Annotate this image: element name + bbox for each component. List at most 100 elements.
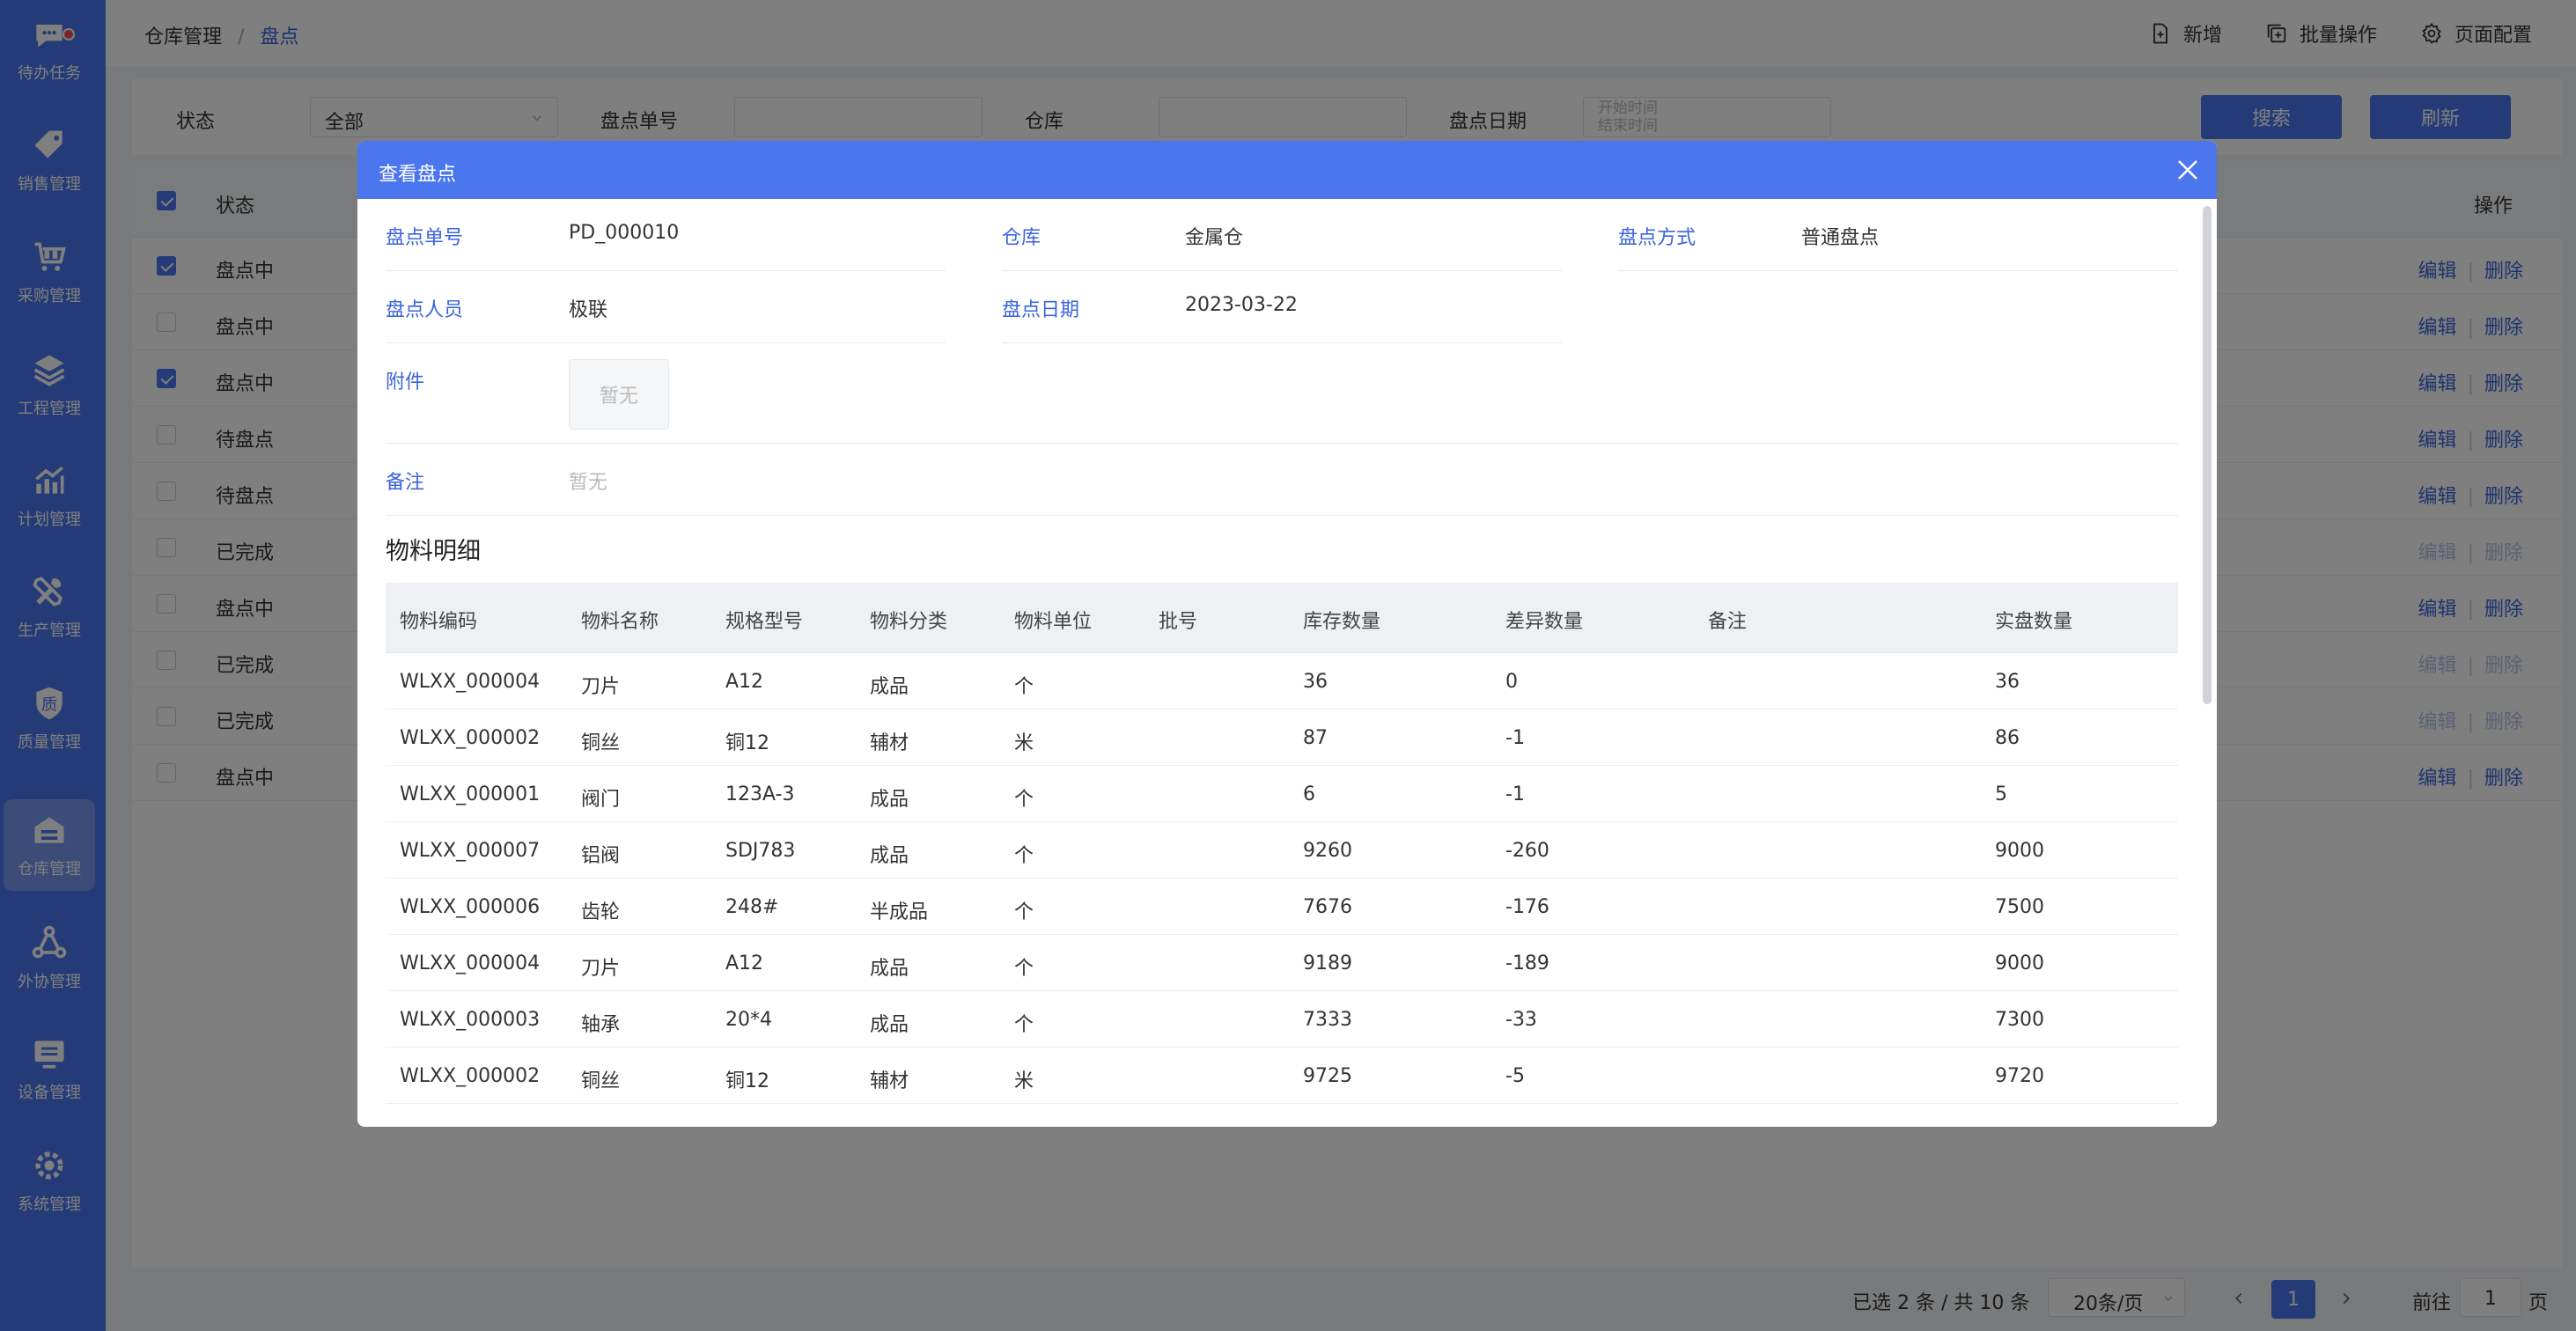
- cell-unit: 个: [1014, 789, 1034, 811]
- material-section-title: 物料明细: [386, 538, 481, 565]
- method-label: 盘点方式: [1618, 227, 1696, 249]
- cell-spec: 123A-3: [725, 783, 795, 805]
- cell-code: WLXX_000002: [400, 727, 541, 749]
- cell-diff-qty: -260: [1505, 840, 1549, 862]
- warehouse-label: 仓库: [1002, 227, 1041, 249]
- remark-value: 暂无: [569, 472, 608, 494]
- material-row: WLXX_000001 阀门 123A-3 成品 个 6 -1 5: [386, 766, 2178, 822]
- date-value: 2023-03-22: [1185, 294, 1298, 316]
- cell-diff-qty: -1: [1505, 783, 1525, 805]
- cell-diff-qty: -33: [1505, 1009, 1537, 1031]
- cell-spec: 20*4: [725, 1009, 772, 1031]
- cell-actual-qty: 9000: [1995, 952, 2044, 974]
- material-table-header: 物料编码 物料名称 规格型号 物料分类 物料单位 批号 库存数量 差异数量 备注 实盘数量: [386, 583, 2178, 653]
- modal-header: 查看盘点: [357, 141, 2217, 199]
- cell-spec: 铜12: [725, 1070, 769, 1092]
- cell-name: 刀片: [581, 676, 621, 698]
- person-label: 盘点人员: [386, 299, 464, 321]
- column-header-diff-qty: 差异数量: [1505, 611, 1584, 633]
- cell-stock-qty: 7333: [1303, 1009, 1352, 1031]
- cell-stock-qty: 87: [1303, 727, 1328, 749]
- cell-name: 铜丝: [581, 1070, 621, 1092]
- view-stocktake-modal: 查看盘点 盘点单号 PD_000010 仓库 金属仓 盘点方式 普通盘点 盘点人…: [357, 141, 2217, 1127]
- field-order-no: 盘点单号 PD_000010: [386, 199, 946, 271]
- cell-code: WLXX_000001: [400, 783, 541, 805]
- column-header-stock-qty: 库存数量: [1303, 611, 1381, 633]
- field-date: 盘点日期 2023-03-22: [1002, 271, 1562, 343]
- material-row: WLXX_000002 铜丝 铜12 辅材 米 9725 -5 9720: [386, 1048, 2178, 1104]
- cell-actual-qty: 7500: [1995, 896, 2044, 918]
- cell-code: WLXX_000003: [400, 1009, 541, 1031]
- cell-unit: 个: [1014, 1014, 1034, 1036]
- attachment-label: 附件: [386, 371, 425, 393]
- cell-spec: SDJ783: [725, 840, 796, 862]
- cell-stock-qty: 9260: [1303, 840, 1352, 862]
- warehouse-value: 金属仓: [1185, 227, 1244, 249]
- cell-spec: A12: [725, 952, 764, 974]
- cell-stock-qty: 9189: [1303, 952, 1352, 974]
- cell-actual-qty: 7300: [1995, 1009, 2044, 1031]
- cell-stock-qty: 7676: [1303, 896, 1352, 918]
- material-row: WLXX_000007 铝阀 SDJ783 成品 个 9260 -260 9000: [386, 822, 2178, 879]
- cell-diff-qty: -5: [1505, 1065, 1525, 1087]
- scrollbar-thumb[interactable]: [2203, 206, 2212, 704]
- column-header-spec: 规格型号: [725, 611, 804, 633]
- material-row: WLXX_000006 齿轮 248# 半成品 个 7676 -176 7500: [386, 879, 2178, 935]
- cell-unit: 个: [1014, 958, 1034, 980]
- material-row: WLXX_000002 铜丝 铜12 辅材 米 87 -1 86: [386, 710, 2178, 766]
- column-header-remark: 备注: [1708, 611, 1748, 633]
- method-value: 普通盘点: [1801, 227, 1880, 249]
- field-attachment: 附件 暂无: [386, 343, 2178, 444]
- date-label: 盘点日期: [1002, 299, 1080, 321]
- cell-unit: 个: [1014, 676, 1034, 698]
- cell-code: WLXX_000002: [400, 1065, 541, 1087]
- cell-unit: 米: [1014, 732, 1034, 754]
- cell-diff-qty: -176: [1505, 896, 1549, 918]
- cell-name: 铝阀: [581, 845, 621, 867]
- field-warehouse: 仓库 金属仓: [1002, 199, 1562, 271]
- cell-category: 成品: [870, 845, 909, 867]
- material-row: WLXX_000004 刀片 A12 成品 个 9189 -189 9000: [386, 935, 2178, 991]
- cell-name: 铜丝: [581, 732, 621, 754]
- cell-spec: A12: [725, 671, 764, 693]
- cell-actual-qty: 86: [1995, 727, 2020, 749]
- remark-label: 备注: [386, 472, 425, 494]
- cell-name: 阀门: [581, 789, 621, 811]
- column-header-batch: 批号: [1159, 611, 1198, 633]
- cell-diff-qty: -189: [1505, 952, 1549, 974]
- cell-name: 齿轮: [581, 901, 621, 923]
- close-icon[interactable]: [2175, 157, 2201, 183]
- cell-category: 成品: [870, 958, 909, 980]
- cell-category: 成品: [870, 789, 909, 811]
- cell-actual-qty: 5: [1995, 783, 2007, 805]
- cell-unit: 个: [1014, 901, 1034, 923]
- cell-actual-qty: 9000: [1995, 840, 2044, 862]
- cell-category: 辅材: [870, 1070, 909, 1092]
- cell-code: WLXX_000007: [400, 840, 541, 862]
- attachment-box: 暂无: [569, 359, 669, 430]
- field-method: 盘点方式 普通盘点: [1618, 199, 2178, 271]
- column-header-code: 物料编码: [400, 611, 478, 633]
- field-remark: 备注 暂无: [386, 444, 2178, 516]
- cell-code: WLXX_000004: [400, 671, 541, 693]
- field-person: 盘点人员 极联: [386, 271, 946, 343]
- person-value: 极联: [569, 299, 608, 321]
- modal-body: 盘点单号 PD_000010 仓库 金属仓 盘点方式 普通盘点 盘点人员 极联 …: [357, 199, 2217, 1127]
- cell-category: 辅材: [870, 732, 909, 754]
- cell-stock-qty: 6: [1303, 783, 1315, 805]
- cell-code: WLXX_000006: [400, 896, 541, 918]
- cell-name: 轴承: [581, 1014, 621, 1036]
- cell-category: 成品: [870, 1014, 909, 1036]
- cell-stock-qty: 9725: [1303, 1065, 1352, 1087]
- cell-category: 成品: [870, 676, 909, 698]
- cell-code: WLXX_000004: [400, 952, 541, 974]
- order-no-label: 盘点单号: [386, 227, 464, 249]
- cell-stock-qty: 36: [1303, 671, 1328, 693]
- column-header-unit: 物料单位: [1014, 611, 1093, 633]
- material-row: WLXX_000003 轴承 20*4 成品 个 7333 -33 7300: [386, 991, 2178, 1048]
- cell-unit: 米: [1014, 1070, 1034, 1092]
- column-header-category: 物料分类: [870, 611, 948, 633]
- material-row: WLXX_000004 刀片 A12 成品 个 36 0 36: [386, 653, 2178, 710]
- cell-category: 半成品: [870, 901, 929, 923]
- cell-actual-qty: 9720: [1995, 1065, 2044, 1087]
